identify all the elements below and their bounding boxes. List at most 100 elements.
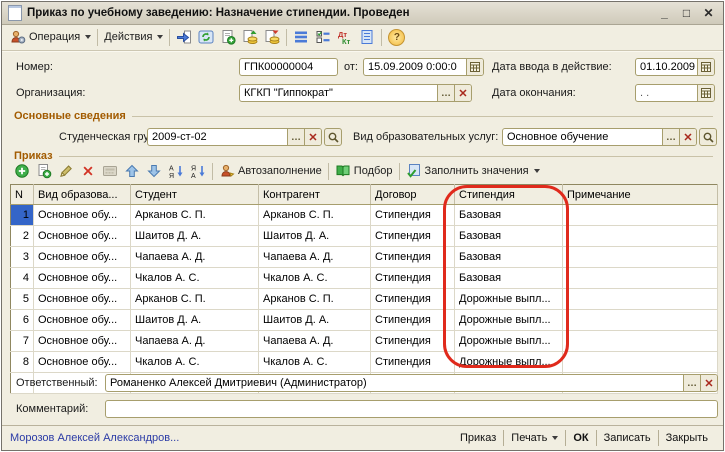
cell-n[interactable]: 7 [11,331,34,352]
cell-note[interactable] [563,310,718,331]
write-button[interactable]: Записать [597,432,658,444]
fill-values-button[interactable]: Заполнить значения [403,161,543,181]
column-header-student[interactable]: Студент [131,185,259,205]
order-print-button[interactable]: Приказ [453,432,503,444]
cell-contract[interactable]: Стипендия [371,331,455,352]
calendar-button[interactable] [466,59,483,75]
move-down-button[interactable] [143,161,165,181]
cell-note[interactable] [563,331,718,352]
open-magnifier-button[interactable] [324,128,342,146]
cell-service[interactable]: Основное обу... [34,268,131,289]
clear-icon[interactable]: ✕ [454,85,471,101]
calendar-button[interactable] [697,59,714,75]
cell-counterparty[interactable]: Шаитов Д. А. [259,310,371,331]
cell-service[interactable]: Основное обу... [34,247,131,268]
edit-row-button[interactable] [55,161,77,181]
cell-scholarship[interactable]: Дорожные выпл... [455,310,563,331]
cell-student[interactable]: Чкалов А. С. [131,352,259,373]
dt-kt-button[interactable]: ДтКт [334,27,356,47]
cell-contract[interactable]: Стипендия [371,247,455,268]
cell-service[interactable]: Основное обу... [34,289,131,310]
help-button[interactable]: ? [385,27,408,48]
current-user-link[interactable]: Морозов Алексей Александров... [10,432,453,444]
ok-button[interactable]: ОК [566,432,595,444]
sort-desc-button[interactable]: ЯА [187,161,209,181]
column-header-counterparty[interactable]: Контрагент [259,185,371,205]
student-group-field[interactable]: 2009-ст-02 … ✕ [147,128,322,146]
cell-n[interactable]: 1 [11,205,34,226]
cell-note[interactable] [563,226,718,247]
operation-menu-button[interactable]: Операция [7,27,94,47]
cell-scholarship[interactable]: Базовая [455,205,563,226]
clear-icon[interactable]: ✕ [700,375,717,391]
cell-counterparty[interactable]: Шаитов Д. А. [259,226,371,247]
column-header-service[interactable]: Вид образова... [34,185,131,205]
grid-row[interactable]: 2 Основное обу... Шаитов Д. А. Шаитов Д.… [11,226,718,247]
cell-student[interactable]: Арканов С. П. [131,205,259,226]
cell-n[interactable]: 2 [11,226,34,247]
responsible-field[interactable]: Романенко Алексей Дмитриевич (Администра… [105,374,718,392]
cell-scholarship[interactable]: Базовая [455,268,563,289]
close-form-button[interactable]: Закрыть [659,432,715,444]
cell-service[interactable]: Основное обу... [34,226,131,247]
close-button[interactable]: ✕ [700,4,717,22]
cell-counterparty[interactable]: Арканов С. П. [259,289,371,310]
cell-counterparty[interactable]: Арканов С. П. [259,205,371,226]
cell-scholarship[interactable]: Базовая [455,226,563,247]
delete-row-button[interactable] [77,161,99,181]
cell-n[interactable]: 8 [11,352,34,373]
cell-counterparty[interactable]: Чкалов А. С. [259,352,371,373]
cell-note[interactable] [563,247,718,268]
cell-contract[interactable]: Стипендия [371,205,455,226]
education-service-field[interactable]: Основное обучение … ✕ [502,128,697,146]
print-menu-button[interactable]: Печать [504,432,565,444]
sort-asc-button[interactable]: АЯ [165,161,187,181]
move-up-button[interactable] [121,161,143,181]
ellipsis-button[interactable]: … [437,85,454,101]
copy-row-button[interactable] [33,161,55,181]
column-header-contract[interactable]: Договор [371,185,455,205]
document-movements-button[interactable] [290,27,312,47]
column-header-n[interactable]: N [11,185,34,205]
cell-note[interactable] [563,205,718,226]
posting-settings-button[interactable] [312,27,334,47]
organization-field[interactable]: КГКП "Гиппократ" … ✕ [239,84,472,102]
grid-row[interactable]: 6 Основное обу... Шаитов Д. А. Шаитов Д.… [11,310,718,331]
end-date-field[interactable]: . . [635,84,715,102]
cell-note[interactable] [563,268,718,289]
cell-contract[interactable]: Стипендия [371,268,455,289]
calendar-button[interactable] [697,85,714,101]
add-row-button[interactable] [11,161,33,181]
grid-row[interactable]: 5 Основное обу... Арканов С. П. Арканов … [11,289,718,310]
cell-contract[interactable]: Стипендия [371,352,455,373]
clear-icon[interactable]: ✕ [304,129,321,145]
grid-row[interactable]: 1 Основное обу... Арканов С. П. Арканов … [11,205,718,226]
cell-scholarship[interactable]: Дорожные выпл... [455,331,563,352]
open-magnifier-button[interactable] [699,128,717,146]
cell-student[interactable]: Чапаева А. Д. [131,247,259,268]
comment-field[interactable] [105,400,718,418]
ellipsis-button[interactable]: … [683,375,700,391]
cell-n[interactable]: 4 [11,268,34,289]
cell-student[interactable]: Шаитов Д. А. [131,310,259,331]
clear-icon[interactable]: ✕ [679,129,696,145]
cell-contract[interactable]: Стипендия [371,310,455,331]
grid-row[interactable]: 7 Основное обу... Чапаева А. Д. Чапаева … [11,331,718,352]
column-header-note[interactable]: Примечание [563,185,718,205]
ellipsis-button[interactable]: … [662,129,679,145]
cell-counterparty[interactable]: Чапаева А. Д. [259,331,371,352]
cell-note[interactable] [563,352,718,373]
column-header-scholarship[interactable]: Стипендия [455,185,563,205]
save-document-button[interactable] [173,27,195,47]
unpost-document-button[interactable] [261,27,283,47]
journal-button[interactable] [356,27,378,47]
ellipsis-button[interactable]: … [287,129,304,145]
effective-date-field[interactable]: 01.10.2009 [635,58,715,76]
cell-scholarship[interactable]: Дорожные выпл... [455,352,563,373]
cell-student[interactable]: Чкалов А. С. [131,268,259,289]
cell-contract[interactable]: Стипендия [371,289,455,310]
cell-service[interactable]: Основное обу... [34,352,131,373]
cell-scholarship[interactable]: Базовая [455,247,563,268]
cell-scholarship[interactable]: Дорожные выпл... [455,289,563,310]
cell-student[interactable]: Шаитов Д. А. [131,226,259,247]
